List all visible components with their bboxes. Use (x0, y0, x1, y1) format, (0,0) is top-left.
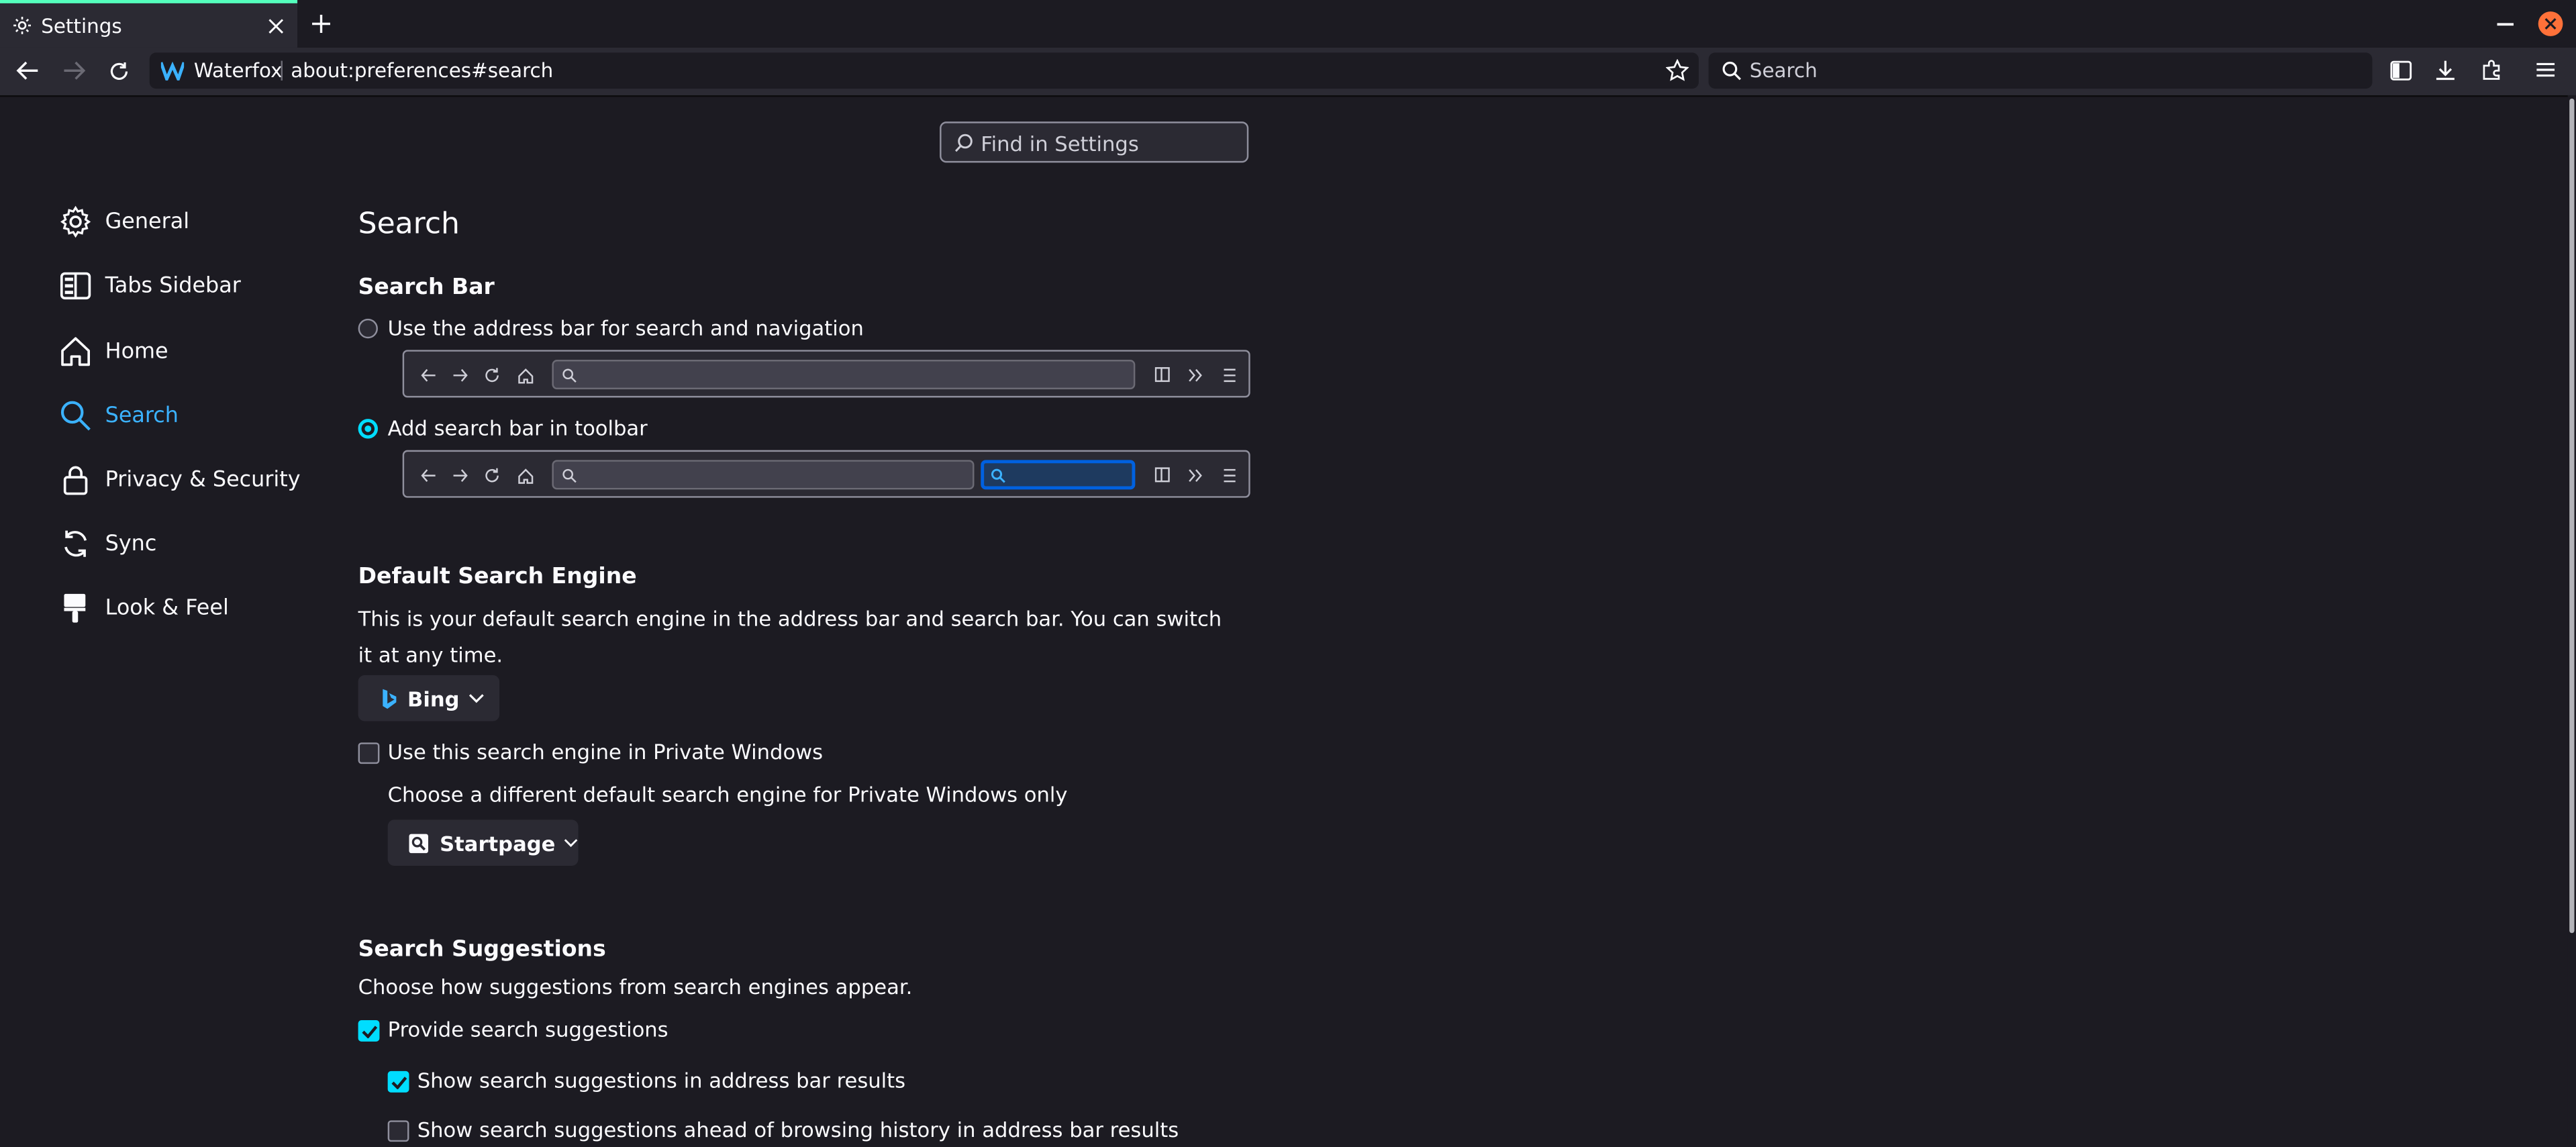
sidebar-item-label: Privacy & Security (105, 467, 301, 493)
address-bar-suggestions-label[interactable]: Show search suggestions in address bar r… (417, 1068, 905, 1093)
startpage-icon (409, 833, 429, 852)
search-icon (562, 368, 577, 383)
default-engine-description: This is your default search engine in th… (358, 606, 1222, 667)
preview-address-field (552, 360, 1136, 390)
search-icon (991, 468, 1005, 483)
radio-toolbar-search[interactable] (358, 419, 378, 439)
page-title: Search (358, 207, 460, 242)
radio-label-toolbar-search[interactable]: Add search bar in toolbar (388, 415, 648, 440)
sidebar-icon[interactable] (2390, 60, 2412, 81)
address-bar-suggestions-checkbox[interactable] (387, 1070, 409, 1093)
close-icon[interactable] (268, 18, 284, 34)
private-windows-checkbox[interactable] (358, 742, 380, 764)
section-heading-default-engine: Default Search Engine (358, 563, 637, 590)
address-bar-preview (402, 350, 1250, 398)
sync-icon (64, 530, 87, 557)
private-windows-checkbox-label[interactable]: Use this search engine in Private Window… (388, 739, 823, 764)
suggestions-description: Choose how suggestions from search engin… (358, 974, 913, 999)
url-text[interactable]: about:preferences#search (291, 59, 553, 82)
search-icon (562, 468, 577, 483)
radio-address-bar[interactable] (358, 318, 378, 339)
gear-icon (13, 17, 31, 34)
menu-icon[interactable] (2536, 62, 2555, 77)
close-icon (2544, 18, 2557, 30)
search-icon (1722, 61, 1741, 81)
private-engine-value: Startpage (440, 830, 556, 856)
tab-settings[interactable]: Settings (0, 0, 298, 48)
sidebar-item-label: Sync (105, 531, 157, 556)
provide-suggestions-label[interactable]: Provide search suggestions (388, 1017, 668, 1042)
bing-icon (383, 688, 397, 708)
tabs-sidebar-icon (60, 272, 91, 300)
search-icon (955, 134, 973, 152)
url-site: Waterfox (193, 59, 283, 83)
sidebar-item-label: Home (105, 339, 168, 364)
gear-icon (60, 205, 91, 238)
new-tab-icon[interactable] (311, 13, 332, 35)
suggestions-ahead-checkbox[interactable] (387, 1120, 409, 1142)
home-icon (61, 337, 91, 366)
preview-toolbar-icons (1154, 367, 1236, 383)
tab-title: Settings (41, 15, 122, 38)
url-bar[interactable]: Waterfox about:preferences#search (149, 52, 1699, 89)
section-heading-suggestions: Search Suggestions (358, 936, 606, 963)
preview-nav-icons (421, 468, 534, 484)
scrollbar-thumb[interactable] (2569, 98, 2575, 934)
tab-strip (0, 0, 2576, 48)
preview-search-field (981, 460, 1136, 490)
checkmark-icon (391, 1077, 407, 1089)
waterfox-logo-icon (160, 61, 185, 81)
chevron-down-icon (564, 839, 578, 848)
extensions-icon[interactable] (2481, 59, 2502, 81)
preview-nav-icons (421, 368, 534, 384)
search-placeholder: Search (1749, 59, 1818, 83)
default-engine-dropdown[interactable]: Bing (358, 675, 500, 721)
sidebar-item-look-feel[interactable]: Look & Feel (59, 585, 229, 631)
sidebar-item-label: Look & Feel (105, 595, 229, 621)
find-placeholder: Find in Settings (981, 131, 1139, 156)
provide-suggestions-checkbox[interactable] (358, 1020, 380, 1042)
paintbrush-icon (64, 593, 86, 623)
chevron-down-icon (468, 694, 483, 703)
window-close-button[interactable] (2538, 11, 2563, 36)
sidebar-item-tabs-sidebar[interactable]: Tabs Sidebar (59, 263, 241, 309)
sidebar-item-search[interactable]: Search (59, 393, 179, 439)
default-engine-value: Bing (407, 685, 460, 711)
radio-label-address-bar[interactable]: Use the address bar for search and navig… (388, 315, 864, 340)
sidebar-item-sync[interactable]: Sync (59, 521, 156, 567)
lock-icon (63, 466, 88, 495)
suggestions-ahead-label[interactable]: Show search suggestions ahead of browsin… (417, 1117, 1179, 1142)
reload-icon[interactable] (109, 61, 130, 83)
sidebar-item-label: Search (105, 403, 179, 428)
preview-toolbar-icons (1154, 467, 1236, 483)
downloads-icon[interactable] (2434, 59, 2456, 81)
checkmark-icon (362, 1026, 378, 1038)
private-engine-description: Choose a different default search engine… (387, 782, 1068, 807)
find-in-settings-input[interactable]: Find in Settings (940, 121, 1249, 163)
private-engine-dropdown[interactable]: Startpage (387, 819, 579, 866)
sidebar-item-privacy-security[interactable]: Privacy & Security (59, 456, 301, 503)
section-heading-search-bar: Search Bar (358, 274, 495, 301)
search-icon (60, 401, 91, 431)
toolbar-search-preview (402, 450, 1250, 498)
sidebar-item-label: General (105, 209, 190, 234)
sidebar-item-general[interactable]: General (59, 199, 189, 245)
preview-address-field (552, 460, 975, 490)
sidebar-item-label: Tabs Sidebar (105, 273, 241, 299)
minimize-icon[interactable] (2497, 23, 2514, 28)
sidebar-item-home[interactable]: Home (59, 329, 168, 375)
forward-icon[interactable] (62, 61, 86, 81)
url-divider (281, 60, 283, 81)
back-icon[interactable] (16, 61, 39, 81)
bookmark-star-icon[interactable] (1665, 59, 1689, 82)
toolbar-search-bar[interactable]: Search (1708, 52, 2373, 89)
